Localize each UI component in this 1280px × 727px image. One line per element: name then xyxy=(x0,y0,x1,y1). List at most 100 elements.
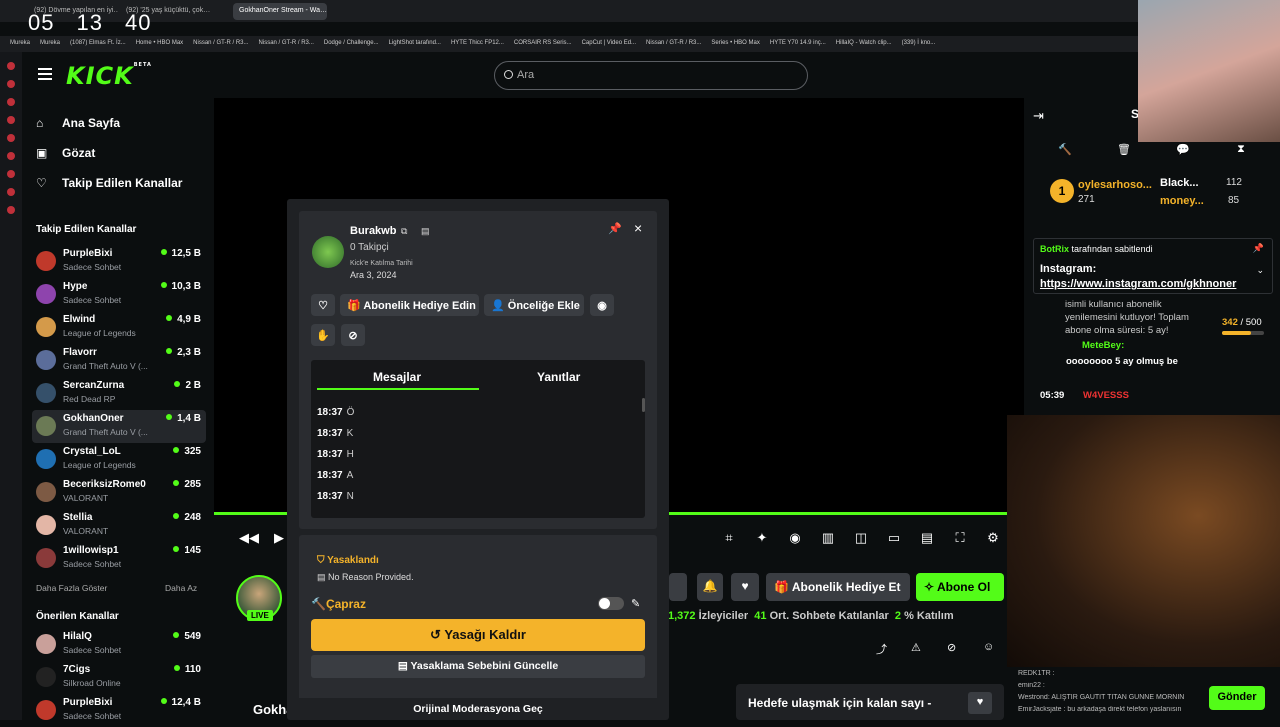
pin-icon[interactable]: 📌 xyxy=(608,222,622,235)
chat-username[interactable]: W4VESSS xyxy=(1083,390,1129,401)
bookmark[interactable]: Home • HBO Max xyxy=(136,40,183,46)
sparkle-icon[interactable]: ✦ xyxy=(755,530,769,545)
follow-user-icon[interactable]: ♡ xyxy=(311,294,335,316)
edit-icon[interactable]: ✎ xyxy=(631,597,640,610)
recommended-channel-item[interactable]: 7Cigs Silkroad Online 110 xyxy=(32,661,206,694)
bookmark[interactable]: CapCut | Video Ed... xyxy=(582,40,636,46)
followed-channel-item[interactable]: Hype Sadece Sohbet 10,3 B xyxy=(32,278,206,311)
ban-icon[interactable]: ⊘ xyxy=(341,324,365,346)
original-moderation-button[interactable]: Orijinal Moderasyona Geç xyxy=(299,698,657,720)
unban-button[interactable]: ↺ Yasağı Kaldır xyxy=(311,619,645,651)
nav-following[interactable]: Takip Edilen Kanallar xyxy=(62,176,182,190)
bookmark[interactable]: Nissan / GT-R / R3... xyxy=(193,40,248,46)
bookmark[interactable]: Nissan / GT-R / R3... xyxy=(259,40,314,46)
leader3-points: 85 xyxy=(1228,195,1240,206)
toggle-switch[interactable] xyxy=(598,597,624,610)
recommended-channel-item[interactable]: PurpleBixi Sadece Sohbet 12,4 B xyxy=(32,694,206,727)
follow-heart-icon[interactable]: ♥ xyxy=(731,573,759,601)
add-priority-button[interactable]: 👤 Önceliğe Ekle xyxy=(484,294,584,316)
logo-beta: BETA xyxy=(133,62,152,68)
search-input[interactable]: Ara xyxy=(494,61,808,90)
bookmark[interactable]: Nissan / GT-R / R3... xyxy=(646,40,701,46)
note-icon: ▤ xyxy=(317,572,329,582)
bookmark[interactable]: (1087) Elmas Ft. İz... xyxy=(70,40,126,46)
user-icon[interactable]: ☺ xyxy=(983,641,994,653)
participation-label: % Katılım xyxy=(904,610,954,622)
hammer-icon[interactable]: 🔨 xyxy=(1058,143,1072,156)
mute-icon[interactable]: ✋ xyxy=(311,324,335,346)
followed-channel-item[interactable]: Crystal_LoL League of Legends 325 xyxy=(32,443,206,476)
gift-sub-button[interactable]: 🎁 Abonelik Hediye Et xyxy=(766,573,910,601)
channel-viewers: 10,3 B xyxy=(161,281,201,292)
followed-channel-item[interactable]: Elwind League of Legends 4,9 B xyxy=(32,311,206,344)
bookmark[interactable]: Mureka xyxy=(10,40,30,46)
cinema-icon[interactable]: ▤ xyxy=(920,530,934,545)
hide-icon[interactable]: ⊘ xyxy=(947,641,956,654)
chevron-down-icon[interactable]: ⌄ xyxy=(1256,265,1264,276)
collapse-chat-icon[interactable]: ⇥ xyxy=(1033,108,1044,124)
kick-logo[interactable]: KICKBETA xyxy=(66,62,152,90)
followed-channel-item[interactable]: PurpleBixi Sadece Sohbet 12,5 B xyxy=(32,245,206,278)
bookmark[interactable]: Dodge / Challenge... xyxy=(324,40,379,46)
bookmark[interactable]: HillaIQ - Watch clip... xyxy=(836,40,892,46)
bookmark[interactable]: Series • HBO Max xyxy=(711,40,759,46)
share-button[interactable] xyxy=(669,573,687,601)
pin-icon[interactable]: 📌 xyxy=(1253,243,1264,254)
subscribe-button[interactable]: ✧ Abone Ol xyxy=(916,573,1004,601)
stats-icon[interactable]: ▥ xyxy=(821,530,835,545)
channel-category: Sadece Sohbet xyxy=(63,295,122,305)
trash-icon[interactable]: 🗑 xyxy=(1117,143,1131,156)
update-reason-button[interactable]: ▤ Yasaklama Sebebini Güncelle xyxy=(311,655,645,678)
bookmark[interactable]: CORSAIR RS Seris... xyxy=(514,40,572,46)
share-icon[interactable]: ⤴ xyxy=(876,641,887,657)
goal-heart-icon[interactable]: ♥ xyxy=(968,692,992,714)
tab-messages[interactable]: Mesajlar xyxy=(373,370,421,384)
clip-icon[interactable]: ◉ xyxy=(788,530,802,545)
show-more-link[interactable]: Daha Fazla Göster xyxy=(36,583,107,593)
rewind-icon[interactable]: ◀◀ xyxy=(239,530,259,545)
bookmark[interactable]: LightShot tarafınd... xyxy=(389,40,441,46)
followed-channel-item[interactable]: 1willowisp1 Sadece Sohbet 145 xyxy=(32,542,206,575)
menu-icon[interactable] xyxy=(38,68,52,80)
copy-icon[interactable]: ⧉ xyxy=(401,226,407,237)
tab-replies[interactable]: Yanıtlar xyxy=(537,370,580,384)
followed-channel-item[interactable]: BeceriksizRome0 VALORANT 285 xyxy=(32,476,206,509)
viewer-count: 1,372 xyxy=(668,610,696,622)
card-icon[interactable]: ▤ xyxy=(421,226,430,237)
chat-input-area[interactable]: REDK1TR : emin22 : Westrond: ALIŞTIR GAUTI… xyxy=(1012,667,1202,719)
followed-channel-item[interactable]: GokhanOner Grand Theft Auto V (... 1,4 B xyxy=(32,410,206,443)
show-less-link[interactable]: Daha Az xyxy=(165,583,197,593)
chat-bubble-icon[interactable]: 💬 xyxy=(1176,143,1190,156)
hourglass-icon[interactable]: ⧗ xyxy=(1235,143,1247,155)
settings-icon[interactable]: ⚙ xyxy=(986,530,1000,545)
crop-icon[interactable]: ⌗ xyxy=(722,530,736,545)
bookmark[interactable]: (339) İ kno... xyxy=(902,40,936,46)
warning-icon[interactable]: ⚠ xyxy=(911,641,921,654)
eye-icon[interactable]: ◉ xyxy=(590,294,614,316)
add-priority-label: Önceliğe Ekle xyxy=(507,300,580,312)
nav-browse[interactable]: Gözat xyxy=(62,146,95,160)
bookmark[interactable]: Mureka xyxy=(40,40,60,46)
browser-tab-active[interactable]: GokhanOner Stream - Wa… xyxy=(233,3,327,20)
followed-channel-item[interactable]: Stellia VALORANT 248 xyxy=(32,509,206,542)
bookmark[interactable]: HYTE Y70 14.9 inç... xyxy=(770,40,826,46)
followed-channel-item[interactable]: SercanZurna Red Dead RP 2 B xyxy=(32,377,206,410)
send-button[interactable]: Gönder xyxy=(1209,686,1265,710)
pip-icon[interactable]: ◫ xyxy=(854,530,868,545)
pinned-link[interactable]: https://www.instagram.com/gkhnoner xyxy=(1040,278,1236,290)
close-icon[interactable]: × xyxy=(634,220,642,236)
bell-icon[interactable]: 🔔 xyxy=(697,573,723,601)
modal-gift-sub-button[interactable]: 🎁 Abonelik Hediye Edin xyxy=(340,294,479,316)
leader2-points: 112 xyxy=(1226,177,1242,188)
fullscreen-icon[interactable]: ⛶ xyxy=(953,530,967,545)
followed-channel-item[interactable]: Flavorr Grand Theft Auto V (... 2,3 B xyxy=(32,344,206,377)
play-icon[interactable]: ▶ xyxy=(272,530,286,545)
chat-line: EmirJacksjate : bu arkadaşa direkt telef… xyxy=(1018,706,1182,713)
bookmarks-bar: Mureka Mureka (1087) Elmas Ft. İz... Home •… xyxy=(0,36,1140,52)
recommended-channel-item[interactable]: HilalQ Sadece Sohbet 549 xyxy=(32,628,206,661)
chat-username[interactable]: MeteBey: xyxy=(1082,340,1124,351)
scrollbar[interactable] xyxy=(642,398,645,412)
nav-home[interactable]: Ana Sayfa xyxy=(62,116,120,130)
theater-icon[interactable]: ▭ xyxy=(887,530,901,545)
bookmark[interactable]: HYTE Thicc FP12... xyxy=(451,40,504,46)
